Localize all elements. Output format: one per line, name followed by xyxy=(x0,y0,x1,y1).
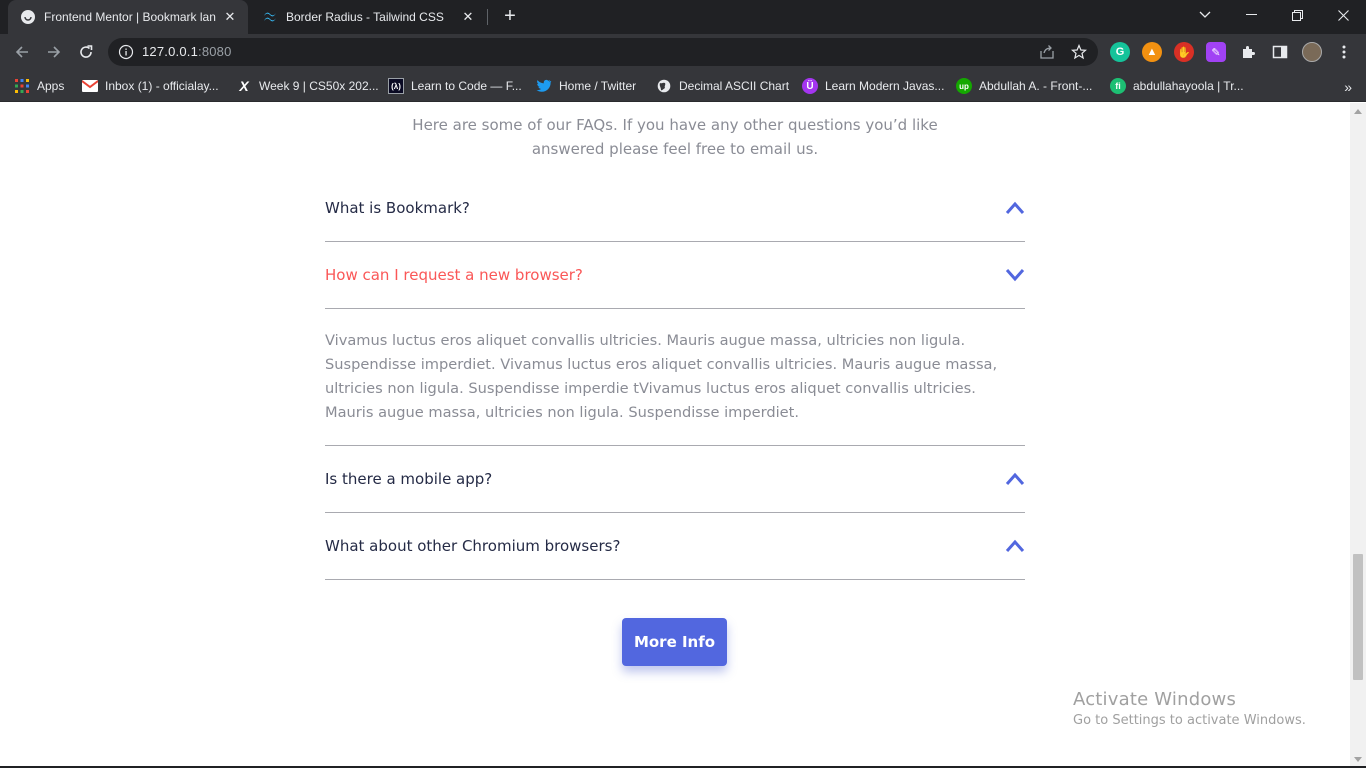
faq-intro: Here are some of our FAQs. If you have a… xyxy=(412,116,938,158)
bookmark-fiverr[interactable]: fi abdullahayoola | Tr... xyxy=(1110,77,1244,95)
bookmark-gmail[interactable]: Inbox (1) - officialay... xyxy=(82,77,219,95)
upwork-icon: up xyxy=(956,78,972,94)
chevron-up-icon[interactable] xyxy=(1005,201,1025,215)
bookmark-ascii[interactable]: Decimal ASCII Chart xyxy=(656,77,789,95)
more-bookmarks-chevron-icon[interactable]: » xyxy=(1344,79,1352,95)
bookmarks-bar: Apps Inbox (1) - officialay... X Week 9 … xyxy=(0,70,1366,102)
bookmark-apps[interactable]: Apps xyxy=(14,77,64,95)
faq-question-chromium[interactable]: What about other Chromium browsers? xyxy=(325,513,1025,579)
faq-accordion: What is Bookmark? How can I request a ne… xyxy=(325,175,1025,580)
bookmark-star-icon[interactable] xyxy=(1070,43,1088,61)
bookmark-label: Inbox (1) - officialay... xyxy=(105,79,219,93)
address-bar[interactable]: 127.0.0.1:8080 xyxy=(108,38,1098,66)
profile-avatar[interactable] xyxy=(1302,42,1322,62)
tailwind-favicon-icon xyxy=(262,9,278,25)
freecodecamp-icon: (λ) xyxy=(388,78,404,94)
faq-question-text: What about other Chromium browsers? xyxy=(325,537,621,555)
url-host: 127.0.0.1 xyxy=(142,44,199,59)
bookmark-label: Learn Modern Javas... xyxy=(825,79,945,93)
scrollbar-thumb[interactable] xyxy=(1353,554,1363,680)
faq-item: What about other Chromium browsers? xyxy=(325,513,1025,580)
menu-kebab-icon[interactable] xyxy=(1334,42,1354,62)
faq-answer: Vivamus luctus eros aliquet convallis ul… xyxy=(325,308,1025,445)
gmail-icon xyxy=(82,78,98,94)
tab-strip: Frontend Mentor | Bookmark lan ✕ Border … xyxy=(0,0,1366,34)
bookmark-label: Decimal ASCII Chart xyxy=(679,79,790,93)
faq-question-text: Is there a mobile app? xyxy=(325,470,493,488)
tab-title: Border Radius - Tailwind CSS xyxy=(286,10,444,24)
twitter-icon xyxy=(536,78,552,94)
new-tab-button[interactable]: + xyxy=(500,6,520,27)
bookmark-upwork[interactable]: up Abdullah A. - Front-... xyxy=(956,77,1092,95)
back-arrow-icon[interactable] xyxy=(10,40,34,64)
tab-separator xyxy=(487,9,488,25)
forward-arrow-icon[interactable] xyxy=(42,40,66,64)
faq-question-text: What is Bookmark? xyxy=(325,199,470,217)
faq-question-request-browser[interactable]: How can I request a new browser? xyxy=(325,242,1025,308)
activate-windows-watermark: Activate Windows Go to Settings to activ… xyxy=(1073,689,1306,728)
close-window-icon[interactable] xyxy=(1320,0,1366,30)
url-port: :8080 xyxy=(198,44,232,59)
vertical-scrollbar[interactable] xyxy=(1350,103,1366,768)
page-viewport: Here are some of our FAQs. If you have a… xyxy=(0,103,1350,768)
bookmark-twitter[interactable]: Home / Twitter xyxy=(536,77,636,95)
faq-item-open: How can I request a new browser? Vivamus… xyxy=(325,242,1025,446)
faq-item: Is there a mobile app? xyxy=(325,446,1025,513)
bookmark-freecodecamp[interactable]: (λ) Learn to Code — F... xyxy=(388,77,522,95)
close-tab-icon[interactable]: ✕ xyxy=(222,9,238,25)
side-panel-icon[interactable] xyxy=(1270,42,1290,62)
reload-icon[interactable] xyxy=(74,40,98,64)
apps-grid-icon xyxy=(14,78,30,94)
tab-search-icon[interactable] xyxy=(1182,0,1228,30)
frontend-mentor-favicon-icon xyxy=(20,9,36,25)
chevron-down-icon[interactable] xyxy=(1005,268,1025,282)
close-tab-icon[interactable]: ✕ xyxy=(460,9,476,25)
tab-title: Frontend Mentor | Bookmark lan xyxy=(44,10,216,24)
url-text[interactable]: 127.0.0.1:8080 xyxy=(142,44,232,59)
bookmark-label: Week 9 | CS50x 202... xyxy=(259,79,379,93)
chevron-up-icon[interactable] xyxy=(1005,539,1025,553)
colorpick-extension-icon[interactable]: ✎ xyxy=(1206,42,1226,62)
adblock-extension-icon[interactable]: ✋ xyxy=(1174,42,1194,62)
more-info-button[interactable]: More Info xyxy=(622,618,727,666)
bookmark-label: Home / Twitter xyxy=(559,79,637,93)
minimize-window-icon[interactable] xyxy=(1228,0,1274,30)
faq-question-what-is-bookmark[interactable]: What is Bookmark? xyxy=(325,175,1025,241)
faq-item: What is Bookmark? xyxy=(325,175,1025,242)
activate-windows-title: Activate Windows xyxy=(1073,689,1237,710)
purple-u-icon: Ü xyxy=(802,78,818,94)
faq-question-text: How can I request a new browser? xyxy=(325,266,583,284)
bookmark-label: Learn to Code — F... xyxy=(411,79,522,93)
bookmark-label: abdullahayoola | Tr... xyxy=(1133,79,1244,93)
globe-icon xyxy=(656,78,672,94)
fiverr-icon: fi xyxy=(1110,78,1126,94)
tab-frontend-mentor[interactable]: Frontend Mentor | Bookmark lan ✕ xyxy=(8,0,248,34)
browser-toolbar: 127.0.0.1:8080 G ▲ ✋ ✎ xyxy=(0,34,1366,70)
grammarly-extension-icon[interactable]: G xyxy=(1110,42,1130,62)
tab-tailwind[interactable]: Border Radius - Tailwind CSS ✕ xyxy=(250,0,486,34)
restore-window-icon[interactable] xyxy=(1274,0,1320,30)
extensions-puzzle-icon[interactable] xyxy=(1238,42,1258,62)
share-icon[interactable] xyxy=(1038,43,1056,61)
bookmark-label: Abdullah A. - Front-... xyxy=(979,79,1093,93)
activate-windows-subtitle: Go to Settings to activate Windows. xyxy=(1073,713,1306,728)
extension-orange-icon[interactable]: ▲ xyxy=(1142,42,1162,62)
scroll-up-arrow-icon[interactable] xyxy=(1354,109,1362,114)
bookmark-cs50[interactable]: X Week 9 | CS50x 202... xyxy=(236,77,379,95)
bookmark-label: Apps xyxy=(37,79,65,93)
bookmark-modern-js[interactable]: Ü Learn Modern Javas... xyxy=(802,77,944,95)
chevron-up-icon[interactable] xyxy=(1005,472,1025,486)
faq-question-mobile-app[interactable]: Is there a mobile app? xyxy=(325,446,1025,512)
x-icon: X xyxy=(239,78,249,94)
scroll-down-arrow-icon[interactable] xyxy=(1354,757,1362,762)
site-info-icon[interactable] xyxy=(118,44,134,60)
